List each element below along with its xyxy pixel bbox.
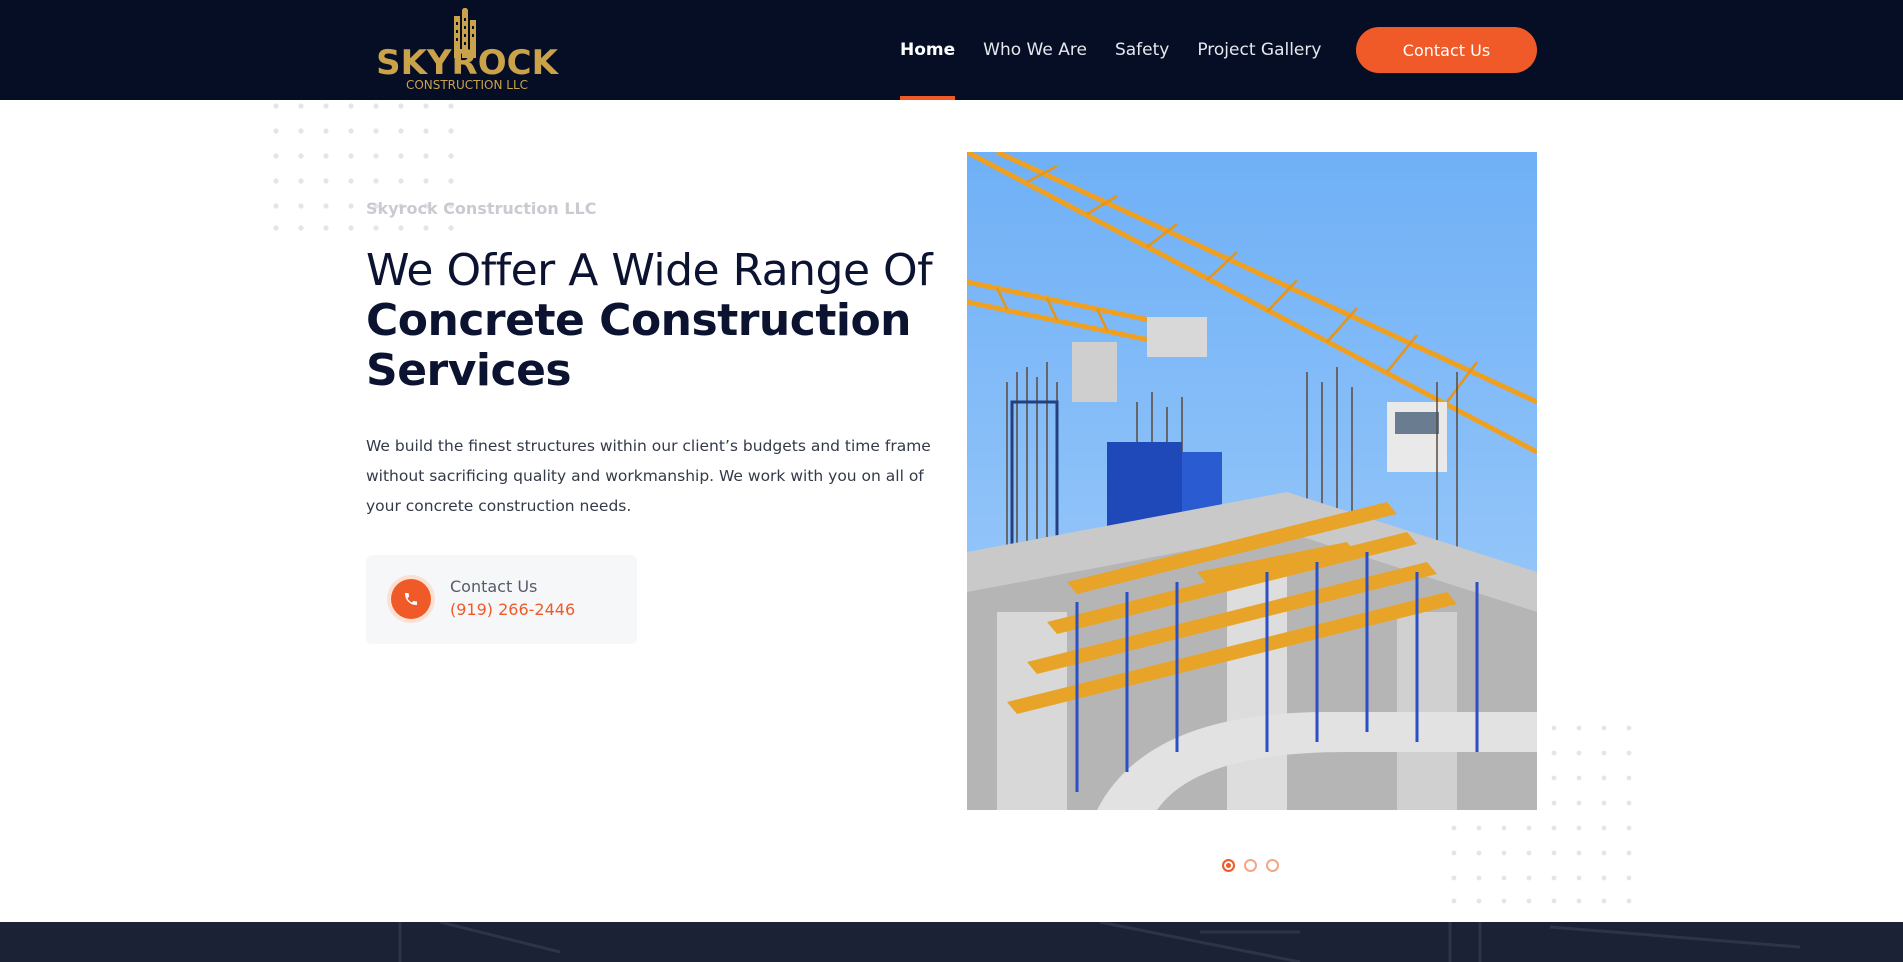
contact-us-button[interactable]: Contact Us xyxy=(1356,27,1537,73)
contact-card[interactable]: Contact Us (919) 266-2446 xyxy=(366,555,637,644)
contact-label: Contact Us xyxy=(450,577,538,596)
hero-construction-image xyxy=(967,152,1537,810)
nav-project-gallery[interactable]: Project Gallery xyxy=(1197,0,1321,100)
hero-eyebrow: Skyrock Construction LLC xyxy=(366,199,597,218)
nav-who-we-are[interactable]: Who We Are xyxy=(983,0,1087,100)
next-section-band xyxy=(0,922,1903,962)
slider-dot-1[interactable] xyxy=(1222,859,1235,872)
slider-dot-3[interactable] xyxy=(1266,859,1279,872)
logo-wordmark: SKYROCK xyxy=(376,43,559,83)
phone-icon[interactable] xyxy=(391,579,431,619)
contact-phone-link[interactable]: (919) 266-2446 xyxy=(450,600,575,619)
slider-dot-2[interactable] xyxy=(1244,859,1257,872)
site-header: SKYROCK CONSTRUCTION LLC Home Who We Are… xyxy=(0,0,1903,100)
hero-description: We build the finest structures within ou… xyxy=(366,437,931,515)
hero-headline: We Offer A Wide Range Of Concrete Constr… xyxy=(366,246,966,396)
main-nav: Home Who We Are Safety Project Gallery xyxy=(900,0,1349,100)
nav-safety[interactable]: Safety xyxy=(1115,0,1169,100)
logo-subtext: CONSTRUCTION LLC xyxy=(406,78,528,92)
skyrock-logo[interactable]: SKYROCK CONSTRUCTION LLC xyxy=(372,6,562,94)
headline-line-3: Services xyxy=(366,345,572,396)
nav-home[interactable]: Home xyxy=(900,0,956,100)
slider-pagination xyxy=(1222,859,1288,872)
headline-line-1: We Offer A Wide Range Of xyxy=(366,245,933,296)
headline-line-2: Concrete Construction xyxy=(366,295,912,346)
